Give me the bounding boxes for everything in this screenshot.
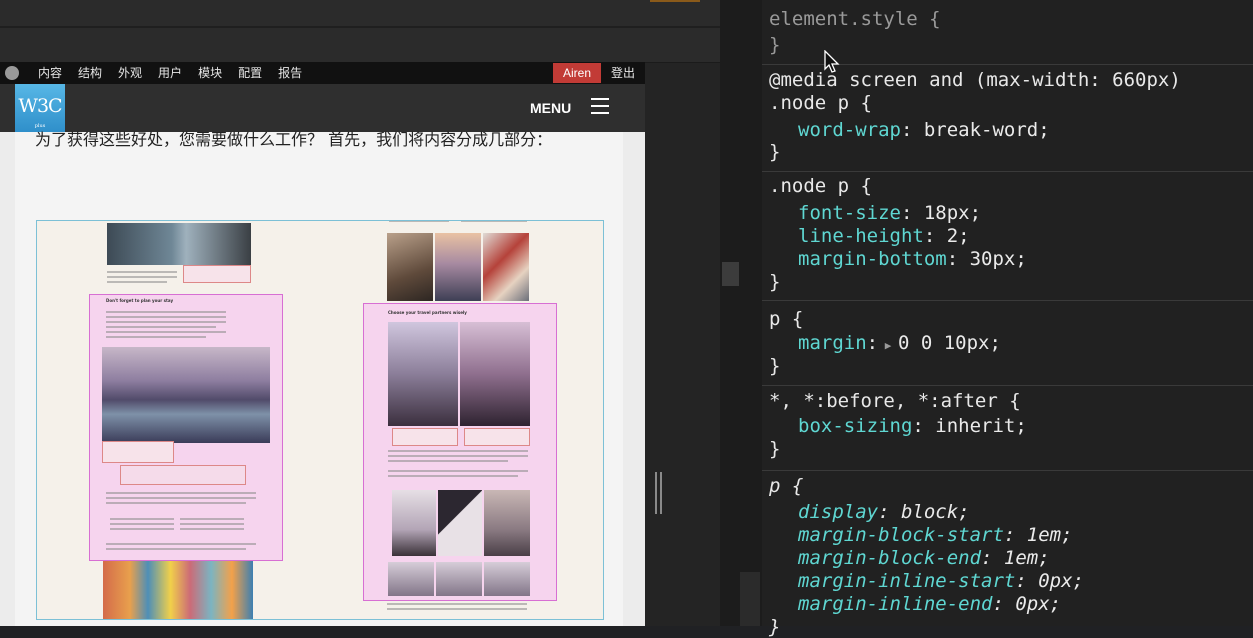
- css-property[interactable]: margin-bottom: 30px;: [798, 248, 1027, 270]
- plan-stay-card: Don't forget to plan your stay: [89, 294, 283, 561]
- drupal-icon[interactable]: [5, 66, 19, 80]
- css-property[interactable]: margin-block-end: 1em;: [798, 547, 1050, 569]
- rule-close-brace: }: [769, 34, 781, 56]
- rule-p-margin: p { margin: ▶ 0 0 10px; }: [762, 301, 1253, 386]
- photo-strip-a: [388, 562, 434, 596]
- rule-media-node-p: @media screen and (max-width: 660px) .no…: [762, 65, 1253, 172]
- photo-mountains: [102, 347, 270, 443]
- photo-colorful-houses: [103, 561, 253, 619]
- rule-close-brace: }: [769, 141, 781, 163]
- article-body: 为了获得这些好处，您需要做什么工作？ 首先，我们将内容分成几部分： Don't …: [15, 130, 623, 626]
- article-paragraph: 为了获得这些好处，您需要做什么工作？ 首先，我们将内容分成几部分：: [35, 130, 553, 149]
- rule-close-brace: }: [769, 271, 781, 293]
- rule-selector[interactable]: p {: [769, 475, 803, 497]
- rule-selector[interactable]: *, *:before, *:after {: [769, 390, 1021, 412]
- rule-close-brace: }: [769, 616, 781, 638]
- panel-resize-handle[interactable]: [655, 472, 663, 514]
- css-property[interactable]: box-sizing: inherit;: [798, 415, 1027, 437]
- admin-menu-item-config[interactable]: 配置: [230, 62, 270, 84]
- admin-menu: 内容 结构 外观 用户 模块 配置 报告: [30, 62, 310, 84]
- devtools-panel: element.style { } @media screen and (max…: [720, 0, 1253, 638]
- admin-menu-item-content[interactable]: 内容: [30, 62, 70, 84]
- css-property[interactable]: margin-inline-start: 0px;: [798, 570, 1084, 592]
- photo-chair: [438, 490, 482, 556]
- photo-sunset: [435, 233, 481, 301]
- travel-partners-card: Choose your travel partners wisely: [363, 303, 557, 601]
- admin-menu-item-appearance[interactable]: 外观: [110, 62, 150, 84]
- css-property[interactable]: font-size: 18px;: [798, 202, 981, 224]
- expand-triangle-icon[interactable]: ▶: [878, 339, 898, 352]
- rule-selector[interactable]: .node p {: [769, 175, 872, 197]
- scroll-thumb-lower[interactable]: [740, 572, 760, 626]
- photo-woman-sunset: [460, 322, 530, 426]
- rule-selector[interactable]: .node p {: [769, 92, 872, 114]
- photo-strip-b: [436, 562, 482, 596]
- rule-close-brace: }: [769, 355, 781, 377]
- photo-woman-portrait: [387, 233, 433, 301]
- photo-strip-c: [484, 562, 530, 596]
- rule-selector[interactable]: element.style {: [769, 8, 941, 30]
- logo-text: W3C: [18, 95, 62, 117]
- rule-user-agent-p: p { display: block; margin-block-start: …: [762, 471, 1253, 638]
- css-property[interactable]: margin-inline-end: 0px;: [798, 593, 1061, 615]
- mouse-cursor-icon: [824, 50, 840, 73]
- admin-menu-item-structure[interactable]: 结构: [70, 62, 110, 84]
- rule-close-brace: }: [769, 438, 781, 460]
- highlight-tick: [650, 0, 700, 2]
- photo-food: [483, 233, 529, 301]
- hamburger-menu-icon[interactable]: [591, 98, 609, 116]
- rule-node-p: .node p { font-size: 18px; line-height: …: [762, 172, 1253, 301]
- rule-selector[interactable]: p {: [769, 308, 803, 330]
- css-property[interactable]: margin-block-start: 1em;: [798, 524, 1073, 546]
- css-property[interactable]: line-height: 2;: [798, 225, 970, 247]
- photo-dog: [392, 490, 436, 556]
- admin-toolbar: 内容 结构 外观 用户 模块 配置 报告 Airen 登出: [0, 62, 645, 84]
- layout-illustration: Don't forget to plan your stay Choose yo…: [36, 220, 604, 620]
- travel-partners-heading: Choose your travel partners wisely: [388, 310, 467, 315]
- user-account-button[interactable]: Airen: [553, 63, 601, 83]
- devtools-gutter: [720, 0, 763, 626]
- admin-menu-item-people[interactable]: 用户: [150, 62, 190, 84]
- logout-link[interactable]: 登出: [611, 62, 635, 84]
- photo-woman-shutters: [388, 322, 458, 426]
- css-property[interactable]: margin: ▶ 0 0 10px;: [798, 332, 1001, 354]
- admin-menu-item-modules[interactable]: 模块: [190, 62, 230, 84]
- photo-street: [107, 223, 251, 265]
- browser-chrome-strip: [0, 0, 720, 63]
- styles-pane: element.style { } @media screen and (max…: [762, 0, 1253, 638]
- scroll-thumb[interactable]: [722, 262, 739, 286]
- rule-box-sizing: *, *:before, *:after { box-sizing: inher…: [762, 386, 1253, 471]
- browser-viewport: 内容 结构 外观 用户 模块 配置 报告 Airen 登出 W3C plus M…: [0, 62, 645, 626]
- css-property[interactable]: display: block;: [798, 501, 970, 523]
- admin-menu-item-reports[interactable]: 报告: [270, 62, 310, 84]
- plan-stay-heading: Don't forget to plan your stay: [106, 298, 174, 303]
- photo-beach-woman: [484, 490, 530, 556]
- css-property[interactable]: word-wrap: break-word;: [798, 119, 1050, 141]
